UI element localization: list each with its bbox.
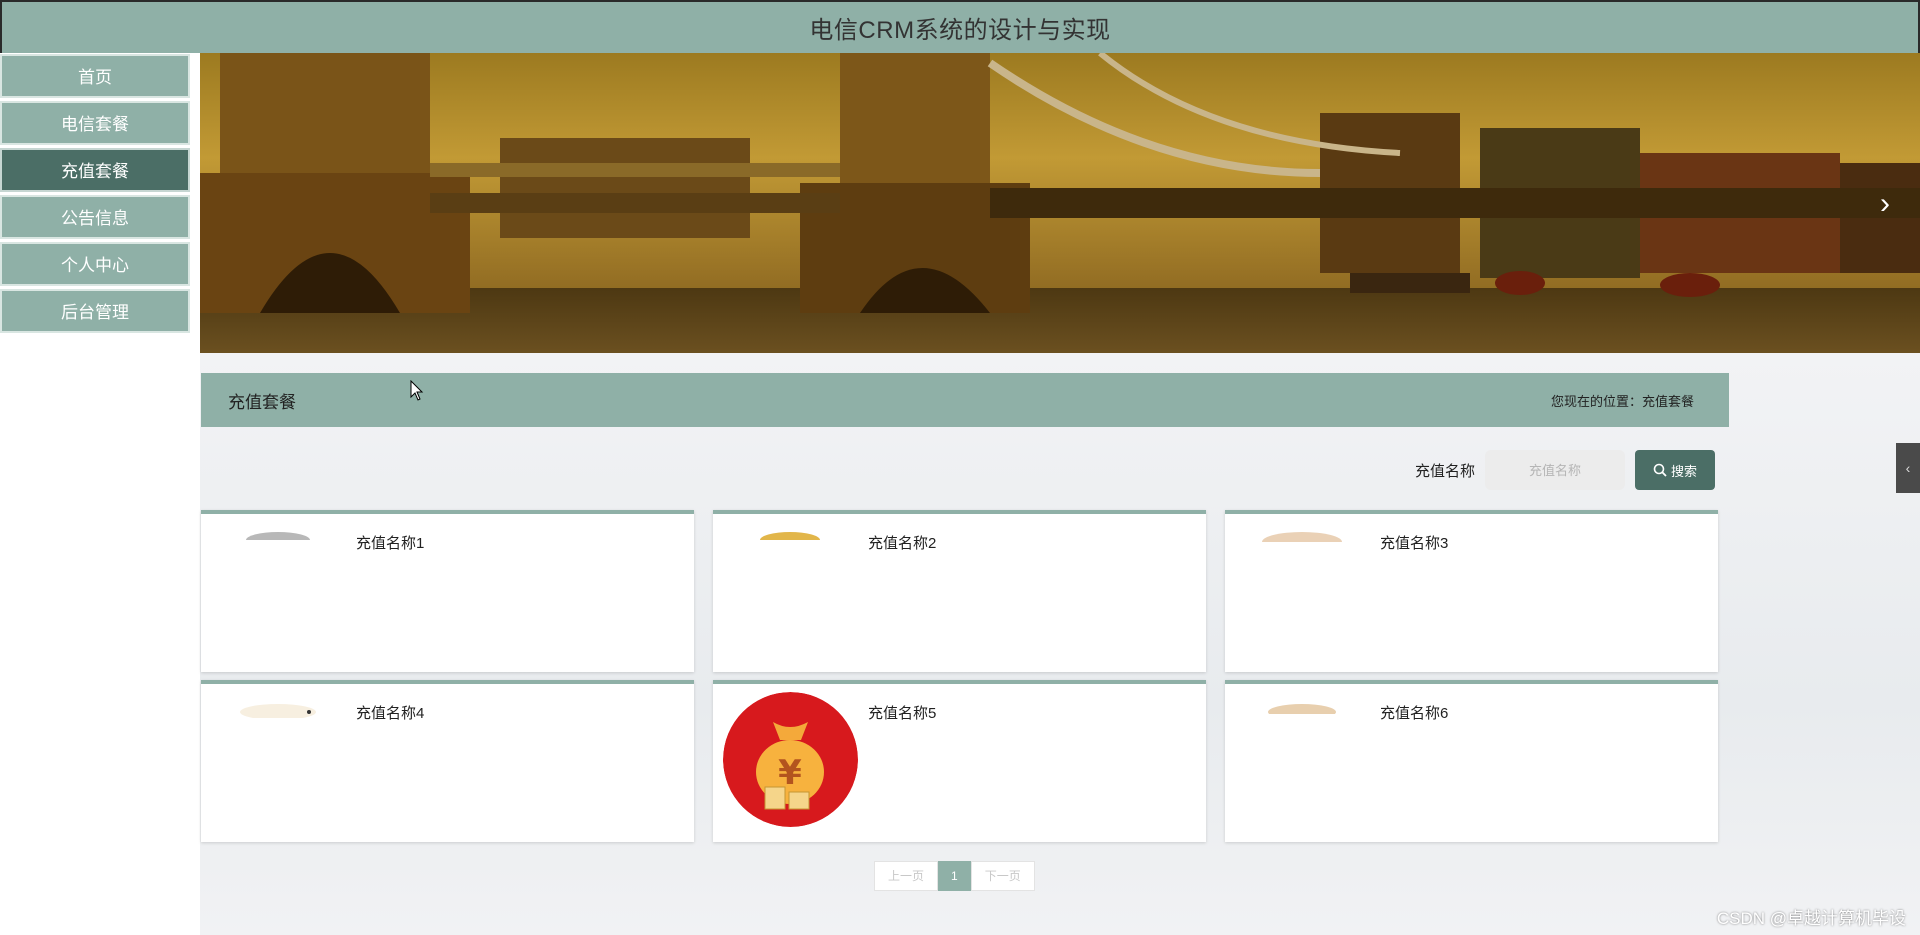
prev-page-button[interactable]: 上一页 (874, 861, 939, 891)
search-bar: 充值名称 搜索 (1415, 450, 1716, 490)
card-title: 充值名称5 (868, 705, 937, 722)
watermark: CSDN @卓越计算机毕设 (1716, 909, 1906, 928)
mouse-cursor-icon (410, 380, 424, 401)
card-title: 充值名称3 (1380, 535, 1449, 552)
search-input[interactable] (1485, 450, 1626, 490)
banner-carousel: › (200, 53, 1920, 353)
section-title: 充值套餐 (228, 392, 296, 412)
card-title: 充值名称6 (1380, 705, 1449, 722)
sidebar-item-recharge-plans[interactable]: 充值套餐 (0, 148, 190, 192)
recharge-card[interactable]: ¥ 充值名称5 (713, 680, 1206, 842)
pagination: 上一页 1 下一页 (874, 861, 1035, 891)
money-bag-icon: ¥ (723, 692, 858, 827)
card-title: 充值名称2 (868, 535, 937, 552)
search-label: 充值名称 (1415, 462, 1476, 480)
sidebar-item-announcements[interactable]: 公告信息 (0, 195, 190, 239)
recharge-card[interactable]: 充值名称1 (201, 510, 694, 672)
card-thumbnail (211, 692, 346, 827)
card-thumbnail (723, 522, 858, 657)
next-page-button[interactable]: 下一页 (970, 861, 1035, 891)
section-header: 充值套餐 您现在的位置：充值套餐 (201, 373, 1729, 427)
recharge-card[interactable]: 充值名称3 (1225, 510, 1718, 672)
sidebar-item-telecom-plans[interactable]: 电信套餐 (0, 101, 190, 145)
search-button-label: 搜索 (1671, 463, 1698, 479)
sidebar-nav: 首页 电信套餐 充值套餐 公告信息 个人中心 后台管理 (0, 53, 200, 935)
card-thumbnail (1235, 692, 1370, 827)
page-number-button[interactable]: 1 (938, 861, 971, 891)
card-title: 充值名称1 (356, 535, 425, 552)
recharge-card[interactable]: 充值名称6 (1225, 680, 1718, 842)
banner-image (200, 53, 1920, 353)
card-title: 充值名称4 (356, 705, 425, 722)
sidebar-item-personal-center[interactable]: 个人中心 (0, 242, 190, 286)
chevron-left-icon[interactable]: ‹ (1896, 443, 1920, 493)
main-content: 充值套餐 您现在的位置：充值套餐 充值名称 搜索 充值名称1 充值名称2 (200, 353, 1920, 935)
search-icon (1653, 463, 1667, 477)
site-title: 电信CRM系统的设计与实现 (809, 17, 1111, 44)
card-thumbnail (1235, 522, 1370, 657)
top-header: 电信CRM系统的设计与实现 (0, 0, 1920, 53)
chevron-right-icon[interactable]: › (1870, 187, 1900, 221)
sidebar-item-home[interactable]: 首页 (0, 54, 190, 98)
recharge-card[interactable]: 充值名称2 (713, 510, 1206, 672)
sidebar-item-admin[interactable]: 后台管理 (0, 289, 190, 333)
recharge-card[interactable]: 充值名称4 (201, 680, 694, 842)
search-button[interactable]: 搜索 (1635, 450, 1716, 490)
card-thumbnail (211, 522, 346, 657)
breadcrumb: 您现在的位置：充值套餐 (1550, 393, 1694, 409)
